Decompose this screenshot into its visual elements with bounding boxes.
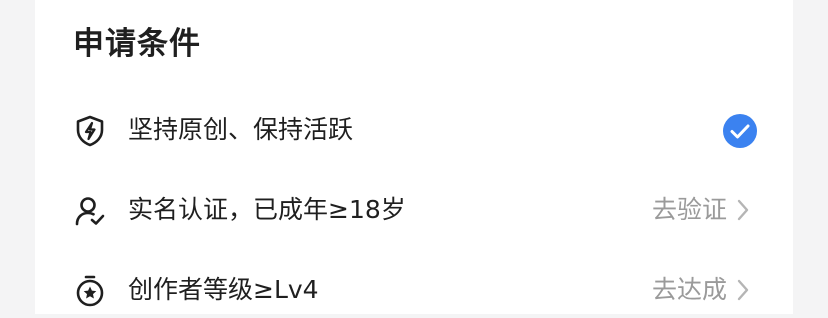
- condition-row-real-name: 实名认证，已成年≥18岁 去验证: [35, 182, 793, 238]
- conditions-card: 申请条件 坚持原创、保持活跃 实名认证，已成年≥18岁 去验证 创作者等级≥Lv…: [35, 0, 793, 314]
- section-title: 申请条件: [73, 26, 201, 62]
- condition-label: 坚持原创、保持活跃: [128, 115, 354, 144]
- chevron-right-icon: [737, 279, 749, 301]
- condition-label: 创作者等级≥Lv4: [128, 275, 319, 304]
- condition-row-creator-level: 创作者等级≥Lv4 去达成: [35, 262, 793, 318]
- check-circle-icon: [723, 114, 757, 148]
- condition-label: 实名认证，已成年≥18岁: [128, 195, 406, 224]
- verify-button[interactable]: 去验证: [652, 182, 751, 238]
- chevron-right-icon: [737, 199, 749, 221]
- shield-lightning-icon: [76, 115, 104, 147]
- condition-row-original-active: 坚持原创、保持活跃: [35, 102, 793, 158]
- user-check-icon: [75, 197, 105, 226]
- verify-button-label: 去验证: [651, 195, 727, 224]
- achieve-button[interactable]: 去达成: [652, 262, 751, 318]
- star-medal-icon: [76, 275, 104, 307]
- achieve-button-label: 去达成: [651, 275, 727, 304]
